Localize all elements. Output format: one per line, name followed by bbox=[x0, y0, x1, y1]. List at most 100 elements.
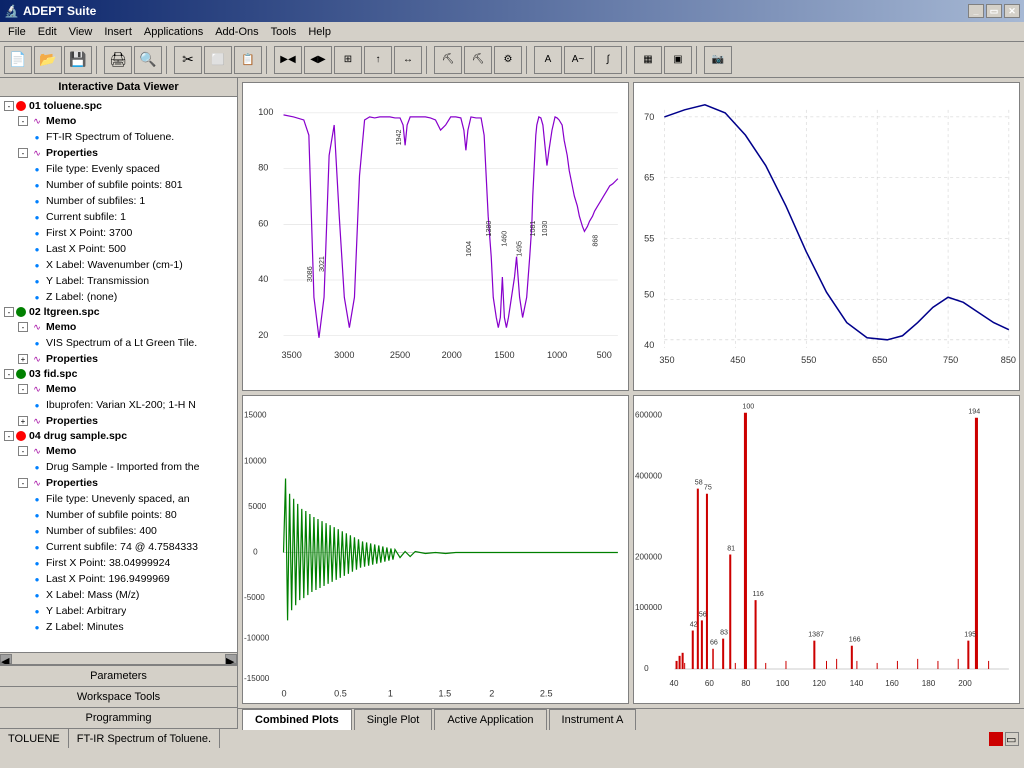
toolbar-new[interactable]: 📄 bbox=[4, 46, 32, 74]
toolbar-print[interactable]: 🖨 bbox=[104, 46, 132, 74]
menu-applications[interactable]: Applications bbox=[138, 24, 209, 40]
svg-text:1380: 1380 bbox=[485, 221, 493, 237]
tree-item-03[interactable]: - 03 fid.spc bbox=[2, 367, 235, 381]
menu-addons[interactable]: Add-Ons bbox=[209, 24, 264, 40]
toolbar-b8[interactable]: ⚙ bbox=[494, 46, 522, 74]
toolbar-b3[interactable]: ⊞ bbox=[334, 46, 362, 74]
expand-04-props[interactable]: - bbox=[18, 478, 28, 488]
svg-text:2.5: 2.5 bbox=[540, 688, 553, 698]
menu-insert[interactable]: Insert bbox=[98, 24, 138, 40]
expand-02[interactable]: - bbox=[4, 307, 14, 317]
svg-text:40: 40 bbox=[669, 679, 679, 688]
tree-label-02-props: Properties bbox=[46, 353, 98, 365]
tree-item-04[interactable]: - 04 drug sample.spc bbox=[2, 429, 235, 443]
prop-01-8: ● Y Label: Transmission bbox=[2, 273, 235, 289]
tree-item-01-memo[interactable]: - ∿ Memo bbox=[2, 113, 235, 129]
tree-label-01-memo-1: FT-IR Spectrum of Toluene. bbox=[46, 131, 174, 143]
tab-single-plot[interactable]: Single Plot bbox=[354, 709, 433, 730]
prop-icon: ● bbox=[30, 210, 44, 224]
prop-icon: ● bbox=[30, 620, 44, 634]
expand-04[interactable]: - bbox=[4, 431, 14, 441]
svg-text:550: 550 bbox=[801, 355, 816, 365]
toolbar-cut[interactable]: ✂ bbox=[174, 46, 202, 74]
tree-area[interactable]: - 01 toluene.spc - ∿ Memo ● FT-IR Spectr… bbox=[0, 97, 237, 652]
tree-item-02-props[interactable]: + ∿ Properties bbox=[2, 351, 235, 367]
prop-icon: ● bbox=[30, 556, 44, 570]
expand-04-memo[interactable]: - bbox=[18, 446, 28, 456]
toolbar-sep-7 bbox=[696, 46, 700, 74]
toolbar-paste[interactable]: 📋 bbox=[234, 46, 262, 74]
prop-icon: ● bbox=[30, 508, 44, 522]
toolbar-b5[interactable]: ↔ bbox=[394, 46, 422, 74]
tree-item-01[interactable]: - 01 toluene.spc bbox=[2, 99, 235, 113]
expand-03-props[interactable]: + bbox=[18, 416, 28, 426]
tree-item-03-memo[interactable]: - ∿ Memo bbox=[2, 381, 235, 397]
toolbar-b14[interactable]: 📷 bbox=[704, 46, 732, 74]
toolbar-b1[interactable]: ▶◀ bbox=[274, 46, 302, 74]
toolbar-b6[interactable]: ⛏ bbox=[434, 46, 462, 74]
svg-text:100: 100 bbox=[742, 403, 754, 411]
tab-combined-plots[interactable]: Combined Plots bbox=[242, 709, 352, 730]
minimize-button[interactable]: _ bbox=[968, 4, 984, 18]
left-panel-scrollbar[interactable]: ◀ ▶ bbox=[0, 652, 237, 664]
prop-label-01-1: File type: Evenly spaced bbox=[46, 163, 160, 175]
expand-02-props[interactable]: + bbox=[18, 354, 28, 364]
close-button[interactable]: ✕ bbox=[1004, 4, 1020, 18]
menu-file[interactable]: File bbox=[2, 24, 32, 40]
tab-active-application[interactable]: Active Application bbox=[434, 709, 546, 730]
scroll-right-btn[interactable]: ▶ bbox=[225, 654, 237, 664]
expand-01[interactable]: - bbox=[4, 101, 14, 111]
toolbar-open[interactable]: 📂 bbox=[34, 46, 62, 74]
tab-programming[interactable]: Programming bbox=[0, 707, 237, 728]
svg-text:60: 60 bbox=[258, 218, 268, 228]
tree-item-03-props[interactable]: + ∿ Properties bbox=[2, 413, 235, 429]
expand-01-memo[interactable]: - bbox=[18, 116, 28, 126]
toolbar-preview[interactable]: 🔍 bbox=[134, 46, 162, 74]
expand-02-memo[interactable]: - bbox=[18, 322, 28, 332]
tree-item-02[interactable]: - 02 ltgreen.spc bbox=[2, 305, 235, 319]
tree-item-04-props[interactable]: - ∿ Properties bbox=[2, 475, 235, 491]
tree-item-02-memo-1: ● VIS Spectrum of a Lt Green Tile. bbox=[2, 335, 235, 351]
toolbar-b2[interactable]: ◀▶ bbox=[304, 46, 332, 74]
svg-text:1: 1 bbox=[388, 688, 393, 698]
svg-text:100000: 100000 bbox=[635, 603, 663, 612]
plot-fid[interactable]: 15000 10000 5000 0 -5000 -10000 -15000 0… bbox=[242, 395, 629, 704]
tab-parameters[interactable]: Parameters bbox=[0, 665, 237, 686]
expand-03-memo[interactable]: - bbox=[18, 384, 28, 394]
tree-item-04-memo[interactable]: - ∿ Memo bbox=[2, 443, 235, 459]
toolbar-b12[interactable]: ▦ bbox=[634, 46, 662, 74]
props-icon-04: ∿ bbox=[30, 476, 44, 490]
svg-text:850: 850 bbox=[1001, 355, 1016, 365]
menu-help[interactable]: Help bbox=[302, 24, 337, 40]
prop-icon: ● bbox=[30, 274, 44, 288]
toolbar-copy[interactable]: ⬜ bbox=[204, 46, 232, 74]
tab-workspace[interactable]: Workspace Tools bbox=[0, 686, 237, 707]
expand-01-props[interactable]: - bbox=[18, 148, 28, 158]
tree-item-02-memo[interactable]: - ∿ Memo bbox=[2, 319, 235, 335]
menu-tools[interactable]: Tools bbox=[265, 24, 303, 40]
svg-text:0: 0 bbox=[253, 547, 258, 556]
tree-item-01-props[interactable]: - ∿ Properties bbox=[2, 145, 235, 161]
menu-view[interactable]: View bbox=[63, 24, 99, 40]
svg-text:116: 116 bbox=[753, 590, 764, 598]
toolbar-b7[interactable]: ⛏ bbox=[464, 46, 492, 74]
tab-instrument-a[interactable]: Instrument A bbox=[549, 709, 637, 730]
toolbar-b11[interactable]: ∫ bbox=[594, 46, 622, 74]
tree-label-04: 04 drug sample.spc bbox=[29, 430, 127, 442]
toolbar-b10[interactable]: A~ bbox=[564, 46, 592, 74]
menu-edit[interactable]: Edit bbox=[32, 24, 63, 40]
toolbar-save[interactable]: 💾 bbox=[64, 46, 92, 74]
scroll-left-btn[interactable]: ◀ bbox=[0, 654, 12, 664]
prop-icon: ● bbox=[30, 178, 44, 192]
svg-text:0: 0 bbox=[282, 688, 287, 698]
toolbar-b4[interactable]: ↑ bbox=[364, 46, 392, 74]
plot-vis-spectrum[interactable]: 70 65 55 50 40 bbox=[633, 82, 1020, 391]
toolbar-b9[interactable]: A bbox=[534, 46, 562, 74]
maximize-button[interactable]: ▭ bbox=[986, 4, 1002, 18]
prop-icon: ● bbox=[30, 290, 44, 304]
toolbar-b13[interactable]: ▣ bbox=[664, 46, 692, 74]
plot-mass-spectrum[interactable]: 600000 400000 200000 100000 0 40 60 80 1… bbox=[633, 395, 1020, 704]
plot-ir-spectrum[interactable]: 100 80 60 40 20 3500 3000 2500 2000 bbox=[242, 82, 629, 391]
expand-03[interactable]: - bbox=[4, 369, 14, 379]
memo-icon-02: ∿ bbox=[30, 320, 44, 334]
